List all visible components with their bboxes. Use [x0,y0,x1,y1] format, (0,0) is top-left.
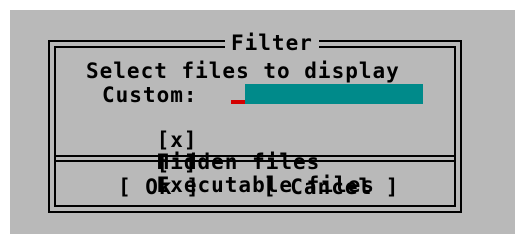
executable-files-checkbox[interactable]: [ ] Executable files [102,130,375,218]
executable-files-check-mark[interactable]: [ ] [157,151,198,175]
cancel-button[interactable]: [ Cancel ] [263,176,399,198]
dialog-heading: Select files to display [86,59,400,83]
ok-button[interactable]: [ Ok ] [118,176,200,198]
custom-label: Custom: [102,83,198,107]
text-cursor [231,100,245,104]
custom-filter-input[interactable] [245,84,423,104]
dialog-title: Filter [225,32,319,54]
screen: Filter Select files to display Custom: [… [0,0,525,244]
